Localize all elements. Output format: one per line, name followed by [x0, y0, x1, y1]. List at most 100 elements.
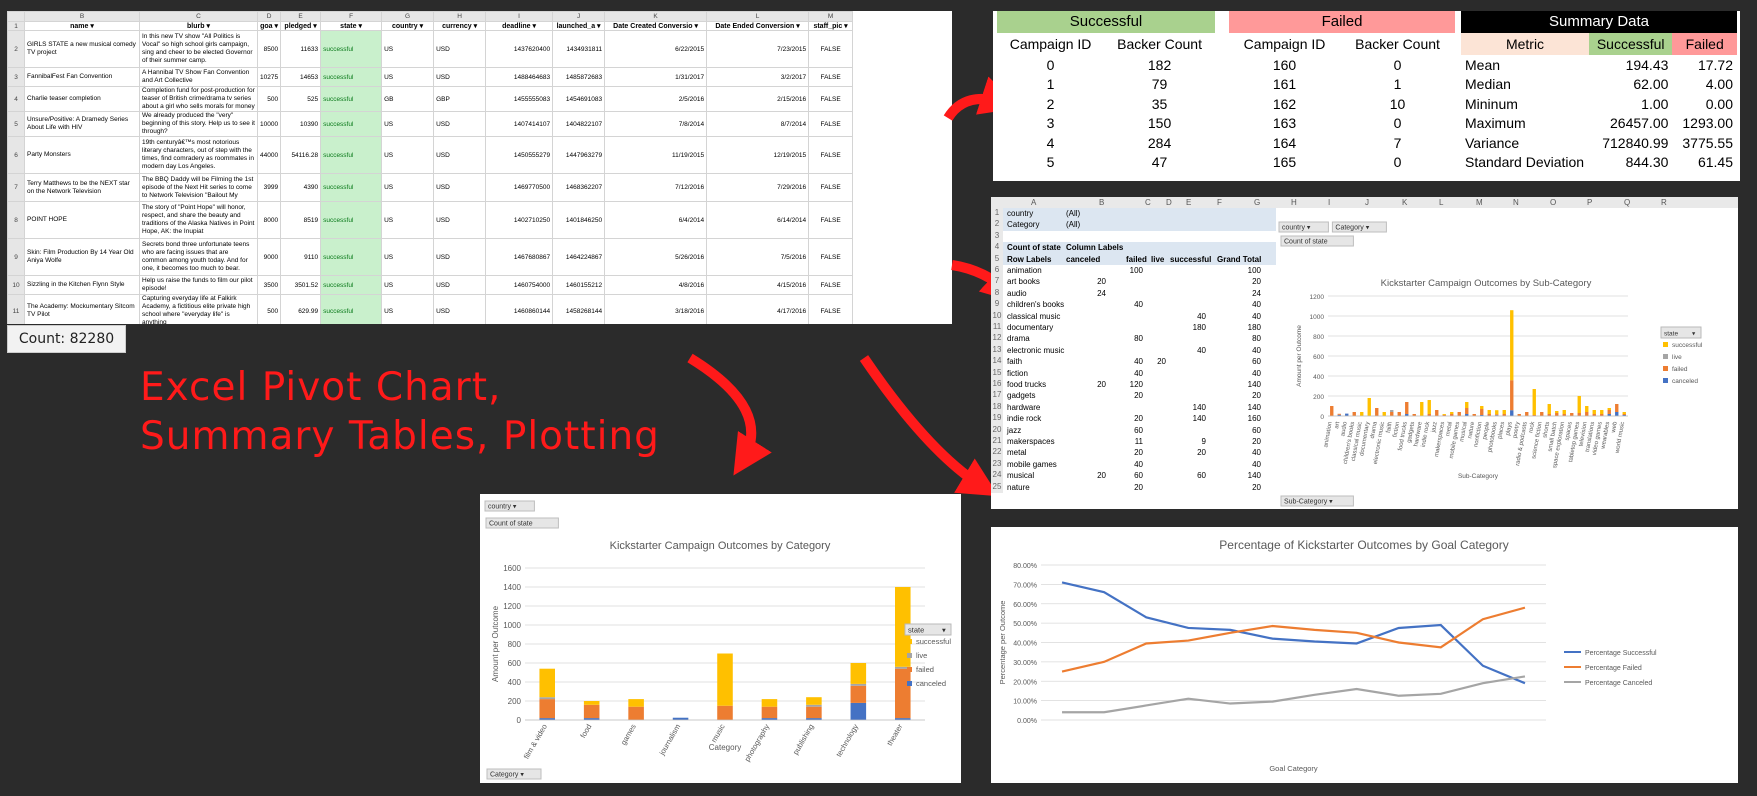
- pivot-cell[interactable]: 11: [1121, 437, 1143, 446]
- row-number[interactable]: 20: [991, 424, 1003, 436]
- pivot-cell[interactable]: Row Labels: [1007, 255, 1051, 264]
- row-number[interactable]: 9: [991, 299, 1003, 311]
- bar-failed[interactable]: [1495, 414, 1499, 416]
- pivot-cell[interactable]: 160: [1229, 414, 1261, 423]
- pivot-cell[interactable]: 20: [1121, 391, 1143, 400]
- row-number[interactable]: 6: [991, 265, 1003, 277]
- row-number[interactable]: 16: [991, 379, 1003, 391]
- row-number[interactable]: 2: [991, 219, 1003, 231]
- pivot-cell[interactable]: 40: [1181, 346, 1206, 355]
- bar-canceled[interactable]: [1615, 412, 1619, 416]
- pivot-cell[interactable]: gadgets: [1007, 391, 1035, 400]
- pivot-cell[interactable]: 20: [1229, 483, 1261, 492]
- row-number[interactable]: 25: [991, 481, 1003, 493]
- pivot-cell[interactable]: 40: [1121, 369, 1143, 378]
- pivot-cell[interactable]: 20: [1081, 380, 1106, 389]
- pivot-cell[interactable]: (All): [1066, 209, 1080, 218]
- pivot-cell[interactable]: 20: [1229, 277, 1261, 286]
- pivot-cell[interactable]: 40: [1229, 369, 1261, 378]
- pivot-cell[interactable]: mobile games: [1007, 460, 1057, 469]
- column-letter[interactable]: F: [1217, 198, 1222, 207]
- column-letter[interactable]: N: [1513, 198, 1519, 207]
- bar-failed[interactable]: [850, 685, 867, 703]
- pivot-cell[interactable]: nature: [1007, 483, 1030, 492]
- legend-entry[interactable]: successful: [916, 637, 951, 646]
- bar-failed[interactable]: [1585, 412, 1589, 416]
- column-letter[interactable]: P: [1587, 198, 1592, 207]
- pivot-cell[interactable]: 140: [1229, 403, 1261, 412]
- bar-successful[interactable]: [1367, 398, 1371, 416]
- pivot-cell[interactable]: 100: [1121, 266, 1143, 275]
- column-letter[interactable]: L: [1439, 198, 1443, 207]
- legend-entry[interactable]: successful: [1672, 342, 1703, 349]
- row-number[interactable]: 14: [991, 356, 1003, 368]
- bar-successful[interactable]: [1555, 411, 1559, 413]
- pivot-cell[interactable]: 80: [1121, 334, 1143, 343]
- pivot-cell[interactable]: documentary: [1007, 323, 1053, 332]
- bar-failed[interactable]: [1352, 412, 1356, 416]
- bar-successful[interactable]: [1547, 404, 1551, 414]
- pivot-cell[interactable]: 180: [1229, 323, 1261, 332]
- column-letter[interactable]: H: [1291, 198, 1297, 207]
- bar-failed[interactable]: [1555, 413, 1559, 416]
- bar-failed[interactable]: [1577, 413, 1581, 416]
- row-number[interactable]: 22: [991, 447, 1003, 459]
- pivot-cell[interactable]: makerspaces: [1007, 437, 1055, 446]
- bar-successful[interactable]: [1420, 402, 1424, 416]
- pivot-cell[interactable]: jazz: [1007, 426, 1021, 435]
- subcategory-chart[interactable]: country ▾ Category ▾ Count of state Sub-Cat…: [1275, 220, 1737, 509]
- pivot-cell[interactable]: 40: [1181, 312, 1206, 321]
- bar-failed[interactable]: [539, 699, 555, 719]
- bar-canceled[interactable]: [850, 702, 867, 720]
- pivot-cell[interactable]: 20: [1121, 448, 1143, 457]
- pivot-cell[interactable]: 20: [1229, 437, 1261, 446]
- bar-successful[interactable]: [1607, 408, 1611, 410]
- pivot-cell[interactable]: 140: [1181, 414, 1206, 423]
- bar-failed[interactable]: [761, 706, 778, 719]
- bar-failed[interactable]: [806, 706, 822, 719]
- pivot-cell[interactable]: 40: [1229, 460, 1261, 469]
- bar-failed[interactable]: [1510, 380, 1514, 411]
- pivot-cell[interactable]: canceled: [1066, 255, 1100, 264]
- pivot-cell[interactable]: metal: [1007, 448, 1027, 457]
- bar-successful[interactable]: [761, 699, 778, 707]
- bar-successful[interactable]: [1360, 412, 1364, 416]
- pivot-cell[interactable]: fiction: [1007, 369, 1028, 378]
- pivot-cell[interactable]: 40: [1229, 312, 1261, 321]
- row-number[interactable]: 11: [991, 322, 1003, 334]
- legend-entry[interactable]: live: [1672, 354, 1682, 361]
- bar-successful[interactable]: [1465, 402, 1469, 408]
- pivot-cell[interactable]: 20: [1121, 414, 1143, 423]
- bar-successful[interactable]: [1562, 410, 1566, 414]
- row-number[interactable]: 21: [991, 436, 1003, 448]
- row-number[interactable]: 4: [991, 242, 1003, 254]
- row-number[interactable]: 7: [991, 276, 1003, 288]
- bar-failed[interactable]: [1570, 413, 1574, 416]
- pivot-cell[interactable]: 24: [1081, 289, 1106, 298]
- pivot-cell[interactable]: musical: [1007, 471, 1034, 480]
- series-line[interactable]: [1061, 581, 1526, 685]
- legend-entry[interactable]: Percentage Successful: [1585, 650, 1657, 657]
- column-letter[interactable]: O: [1550, 198, 1556, 207]
- bar-successful[interactable]: [1600, 410, 1604, 414]
- bar-successful[interactable]: [1577, 396, 1581, 413]
- bar-live[interactable]: [806, 704, 822, 707]
- bar-successful[interactable]: [1427, 400, 1431, 414]
- bar-failed[interactable]: [628, 706, 644, 720]
- column-letter[interactable]: A: [1031, 198, 1036, 207]
- bar-successful[interactable]: [1382, 412, 1386, 416]
- pivot-cell[interactable]: children's books: [1007, 300, 1064, 309]
- pivot-cell[interactable]: failed: [1126, 255, 1147, 264]
- legend-entry[interactable]: failed: [916, 665, 934, 674]
- pivot-cell[interactable]: 60: [1229, 426, 1261, 435]
- pivot-cell[interactable]: audio: [1007, 289, 1027, 298]
- pivot-cell[interactable]: 60: [1121, 471, 1143, 480]
- pivot-cell[interactable]: 60: [1229, 357, 1261, 366]
- row-number[interactable]: 17: [991, 390, 1003, 402]
- pivot-cell[interactable]: Count of state: [1007, 243, 1061, 252]
- bar-live[interactable]: [1390, 410, 1394, 412]
- bar-live[interactable]: [850, 683, 867, 686]
- legend-entry[interactable]: Percentage Canceled: [1585, 680, 1652, 687]
- pivot-cell[interactable]: 140: [1229, 471, 1261, 480]
- column-letter[interactable]: K: [1402, 198, 1407, 207]
